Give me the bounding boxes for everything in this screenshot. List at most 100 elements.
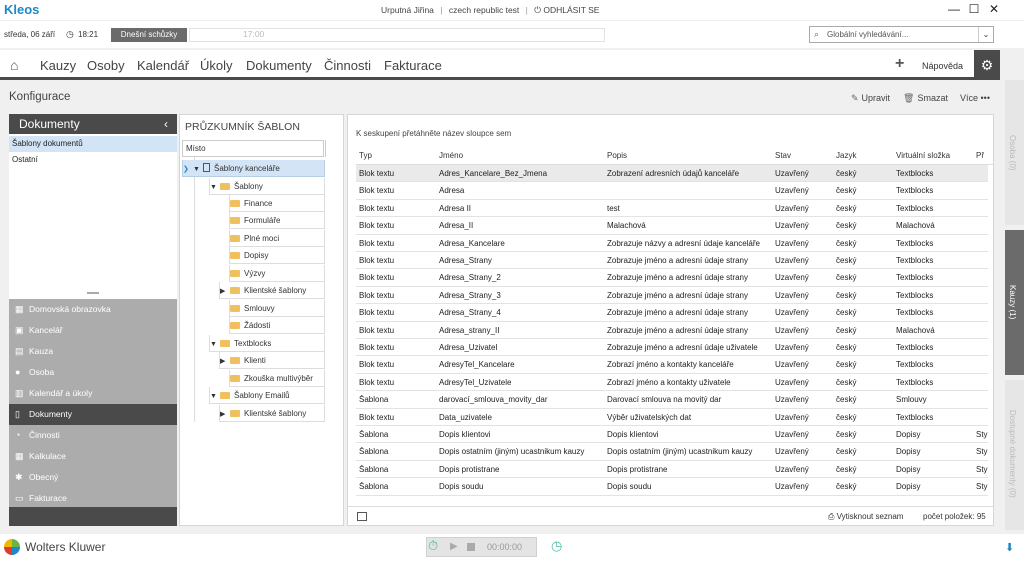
- user-name[interactable]: Urputná Jiřina: [381, 5, 434, 15]
- stop-icon[interactable]: [467, 543, 475, 551]
- table-row[interactable]: Blok textu Adresa II test Uzavřený český Text…: [356, 200, 988, 218]
- close-button[interactable]: ✕: [984, 1, 1004, 18]
- column-header-status[interactable]: Stav: [775, 151, 791, 160]
- table-row[interactable]: Blok textu Data_uzivatele Výběr uživatelsk…: [356, 409, 988, 426]
- tree-node[interactable]: ▼ Šablony Emailů: [209, 387, 325, 404]
- expand-arrow-icon[interactable]: ▶: [220, 406, 230, 423]
- cell-language: český: [836, 325, 857, 335]
- tree-node[interactable]: ▼ Textblocks: [209, 335, 325, 352]
- table-row[interactable]: Blok textu Adresa_strany_II Zobrazuje jmén…: [356, 322, 988, 339]
- expand-arrow-icon[interactable]: ▶: [220, 283, 230, 300]
- minimize-button[interactable]: —: [944, 1, 964, 18]
- table-row[interactable]: Šablona darovací_smlouva_movity_dar Darova…: [356, 391, 988, 409]
- module-calendar[interactable]: ▥ Kalendář a úkoly: [9, 383, 177, 404]
- side-tab-person[interactable]: Osoba (0): [1005, 80, 1024, 225]
- tree-node[interactable]: Dopisy: [229, 247, 325, 264]
- column-header-type[interactable]: Typ: [359, 151, 372, 160]
- help-link[interactable]: Nápověda: [922, 61, 963, 71]
- folder-icon: [230, 305, 240, 312]
- doc-item-sablony[interactable]: Šablony dokumentů: [9, 136, 177, 152]
- nav-osoby[interactable]: Osoby: [87, 58, 125, 73]
- gear-icon[interactable]: ⚙: [974, 50, 1000, 80]
- nav-ukoly[interactable]: Úkoly: [200, 58, 233, 73]
- nav-kauzy[interactable]: Kauzy: [40, 58, 76, 73]
- tree-node[interactable]: Formuláře: [229, 212, 325, 229]
- column-header-virtual-folder[interactable]: Virtuální složka: [896, 151, 950, 160]
- stopwatch-icon[interactable]: ⏱: [428, 538, 438, 554]
- nav-fakturace[interactable]: Fakturace: [384, 58, 442, 73]
- edit-button[interactable]: ✎ Upravit: [851, 93, 890, 104]
- table-row[interactable]: Blok textu Adresa Uzavřený český Textblocks: [356, 182, 988, 200]
- tree-node[interactable]: ▶ Klientské šablony: [219, 405, 325, 422]
- tree-node[interactable]: Zkouška multivýběr: [229, 370, 325, 387]
- download-icon[interactable]: ⬇: [1005, 541, 1014, 554]
- home-icon[interactable]: ⌂: [10, 57, 18, 73]
- side-tab-documents[interactable]: Dostupné dokumenty (0): [1005, 380, 1024, 530]
- tree-node[interactable]: Smlouvy: [229, 300, 325, 317]
- maximize-button[interactable]: ☐: [964, 1, 984, 18]
- nav-kalendar[interactable]: Kalendář: [137, 58, 189, 73]
- panel-splitter[interactable]: [87, 292, 99, 294]
- module-general[interactable]: ✱ Obecný: [9, 467, 177, 488]
- table-row[interactable]: Šablona Dopis soudu Dopis soudu Uzavřený čes…: [356, 478, 988, 496]
- tree-node[interactable]: ▼ Šablony: [209, 178, 325, 195]
- cell-virtual-folder: Textblocks: [896, 308, 934, 318]
- search-dropdown-icon[interactable]: ⌄: [978, 27, 993, 42]
- tree-node[interactable]: ▶ Klienti: [219, 352, 325, 369]
- print-list-button[interactable]: ⎙ Vytisknout seznam: [828, 512, 903, 522]
- more-button[interactable]: Více •••: [960, 93, 990, 103]
- doc-item-ostatni[interactable]: Ostatní: [9, 152, 177, 168]
- collapse-arrow-icon[interactable]: ▼: [210, 336, 220, 353]
- column-header-extra[interactable]: Př: [976, 151, 984, 160]
- todays-meetings-button[interactable]: Dnešní schůzky: [111, 28, 187, 42]
- export-icon[interactable]: [357, 512, 367, 521]
- table-row[interactable]: Šablona Dopis protistrane Dopis protistran…: [356, 461, 988, 479]
- table-row[interactable]: Šablona Dopis ostatním (jiným) ucastnikum…: [356, 443, 988, 461]
- module-office[interactable]: ▣ Kancelář: [9, 320, 177, 341]
- tree-column-header[interactable]: Místo: [182, 140, 324, 157]
- tree-node[interactable]: Finance: [229, 195, 325, 212]
- nav-dokumenty[interactable]: Dokumenty: [246, 58, 312, 73]
- module-activities[interactable]: ◔ Činnosti: [9, 425, 177, 446]
- tree-node[interactable]: Výzvy: [229, 265, 325, 282]
- module-calculation[interactable]: ▦ Kalkulace: [9, 446, 177, 467]
- column-header-language[interactable]: Jazyk: [836, 151, 856, 160]
- module-case[interactable]: ▤ Kauza: [9, 341, 177, 362]
- expand-arrow-icon[interactable]: ❯: [183, 161, 193, 178]
- cell-type: Šablona: [359, 464, 389, 474]
- side-tab-cases[interactable]: Kauzy (1): [1005, 230, 1024, 375]
- table-row[interactable]: Blok textu Adresa_Strany_3 Zobrazuje jméno…: [356, 287, 988, 305]
- table-row[interactable]: Blok textu AdresyTel_Kancelare Zobrazí jmé…: [356, 356, 988, 374]
- collapse-arrow-icon[interactable]: ▼: [210, 179, 220, 196]
- module-billing[interactable]: ▭ Fakturace: [9, 488, 177, 509]
- nav-cinnosti[interactable]: Činnosti: [324, 58, 371, 73]
- column-header-name[interactable]: Jméno: [439, 151, 463, 160]
- module-documents[interactable]: ▯ Dokumenty: [9, 404, 177, 425]
- table-row[interactable]: Blok textu Adresa_Uzivatel Zobrazuje jméno…: [356, 339, 988, 357]
- play-icon[interactable]: ▶: [450, 541, 458, 552]
- logout-link[interactable]: ODHLÁSIT SE: [543, 5, 599, 15]
- table-row[interactable]: Blok textu Adres_Kancelare_Bez_Jmena Zobra…: [356, 165, 988, 183]
- tree-node[interactable]: ▶ Klientské šablony: [219, 282, 325, 299]
- tree-node[interactable]: Plné moci: [229, 230, 325, 247]
- table-row[interactable]: Blok textu AdresyTel_Uzivatele Zobrazí jmé…: [356, 374, 988, 392]
- module-person[interactable]: ● Osoba: [9, 362, 177, 383]
- plus-icon[interactable]: +: [895, 55, 904, 73]
- table-row[interactable]: Blok textu Adresa_Strany_2 Zobrazuje jméno…: [356, 269, 988, 287]
- delete-button[interactable]: 🗑 Smazat: [903, 93, 948, 104]
- table-row[interactable]: Blok textu Adresa_Strany_4 Zobrazuje jméno…: [356, 304, 988, 322]
- collapse-arrow-icon[interactable]: ▼: [193, 161, 203, 178]
- tree-node[interactable]: Žádosti: [229, 317, 325, 334]
- clock-icon[interactable]: ◷: [551, 538, 562, 554]
- collapse-chevron-icon[interactable]: ‹: [164, 114, 168, 134]
- collapse-arrow-icon[interactable]: ▼: [210, 388, 220, 405]
- tree-node[interactable]: ❯ ▼ Šablony kanceláře: [182, 160, 325, 177]
- table-row[interactable]: Blok textu Adresa_Strany Zobrazuje jméno a…: [356, 252, 988, 270]
- table-row[interactable]: Blok textu Adresa_Kancelare Zobrazuje názv…: [356, 235, 988, 252]
- expand-arrow-icon[interactable]: ▶: [220, 353, 230, 370]
- column-header-description[interactable]: Popis: [607, 151, 627, 160]
- table-row[interactable]: Blok textu Adresa_II Malachová Uzavřený česk…: [356, 217, 988, 235]
- cell-name: Adresa_II: [439, 221, 474, 231]
- table-row[interactable]: Šablona Dopis klientovi Dopis klientovi Uza…: [356, 426, 988, 444]
- module-home[interactable]: ▦ Domovská obrazovka: [9, 299, 177, 320]
